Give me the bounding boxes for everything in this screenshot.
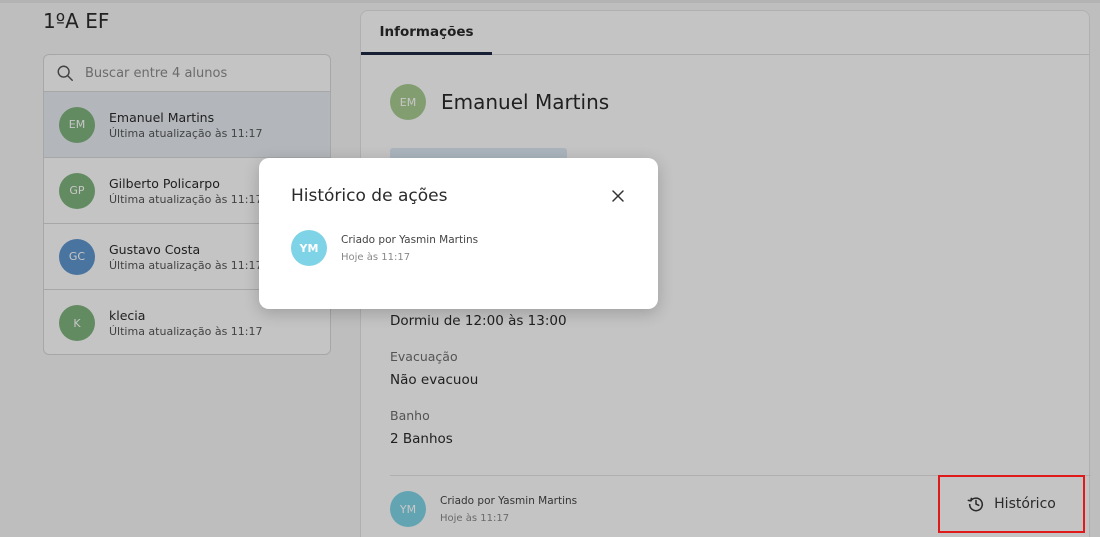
created-time: Hoje às 11:17 (341, 251, 411, 263)
history-entry: YM Criado por Yasmin Martins Hoje às 11:… (291, 230, 478, 266)
avatar: YM (291, 230, 327, 266)
creator-text: Criado por Yasmin Martins (341, 233, 479, 246)
close-icon[interactable] (610, 188, 626, 204)
history-button[interactable]: Histórico (938, 475, 1085, 533)
modal-title: Histórico de ações (291, 186, 448, 206)
history-icon (967, 497, 984, 512)
history-button-label: Histórico (994, 496, 1056, 512)
history-modal: Histórico de ações YM Criado por Yasmin … (259, 158, 658, 309)
